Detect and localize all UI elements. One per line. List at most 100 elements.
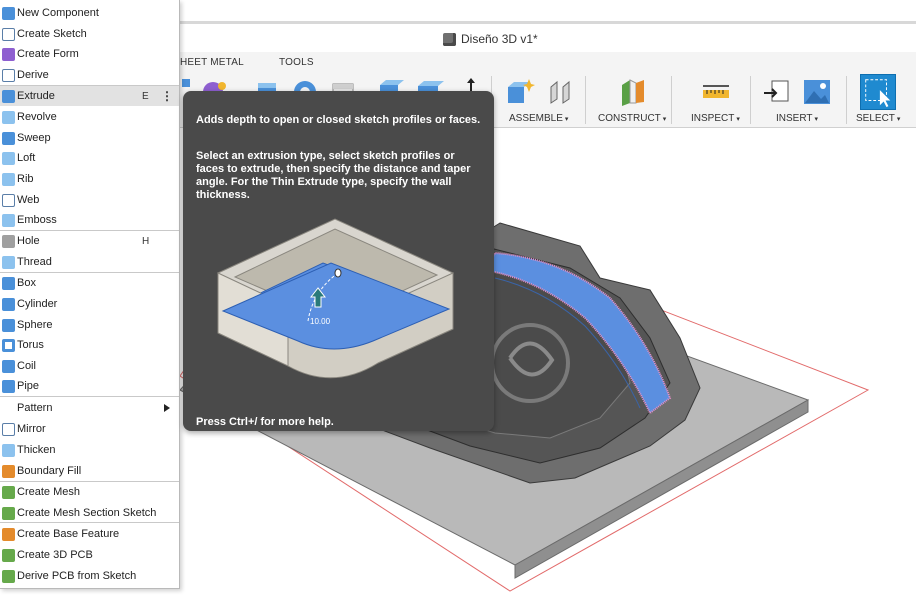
ribbon-separator [671, 76, 672, 124]
menu-item-sweep[interactable]: Sweep [0, 128, 179, 148]
menu-item-label: Create Form [17, 48, 79, 60]
insert-derive-icon[interactable] [762, 77, 792, 107]
menu-item-label: Pattern [17, 402, 53, 414]
menu-item-emboss[interactable]: Emboss [0, 210, 179, 230]
menu-item-label: Rib [17, 173, 34, 185]
create-form-icon [2, 47, 15, 61]
tooltip-footer: Press Ctrl+/ for more help. [196, 416, 334, 428]
tooltip-details: Select an extrusion type, select sketch … [196, 150, 471, 201]
caret-icon: ▾ [564, 116, 569, 123]
document-title-text: Diseño 3D v1* [461, 32, 538, 46]
menu-item-thread[interactable]: Thread [0, 252, 179, 272]
menu-item-derive[interactable]: Derive [0, 65, 179, 85]
construct-group[interactable]: CONSTRUCT ▾ [598, 113, 666, 124]
menu-item-hole[interactable]: Hole H [0, 231, 179, 251]
menu-item-label: Create Mesh [17, 486, 80, 498]
menu-item-rib[interactable]: Rib [0, 169, 179, 189]
more-options-icon[interactable]: ⋮ [161, 90, 173, 102]
sphere-icon [2, 318, 15, 332]
menu-item-label: New Component [17, 7, 99, 19]
ribbon-separator [585, 76, 586, 124]
menu-item-label: Create 3D PCB [17, 549, 93, 561]
menu-item-loft[interactable]: Loft [0, 148, 179, 168]
menu-item-boundary-fill[interactable]: Boundary Fill [0, 461, 179, 481]
menu-item-thicken[interactable]: Thicken [0, 440, 179, 460]
select-cursor-icon [865, 79, 891, 108]
caret-icon: ▾ [896, 116, 901, 123]
menu-item-pattern[interactable]: Pattern [0, 398, 179, 418]
menu-item-label: Derive PCB from Sketch [17, 570, 137, 582]
tab-sheet-metal[interactable]: HEET METAL [180, 57, 244, 68]
menu-item-create-base-feature[interactable]: Create Base Feature [0, 524, 179, 544]
document-cube-icon [443, 32, 456, 46]
menu-item-coil[interactable]: Coil [0, 356, 179, 376]
menu-item-torus[interactable]: Torus [0, 335, 179, 355]
thicken-icon [2, 443, 15, 457]
inspect-group[interactable]: INSPECT ▾ [691, 113, 740, 124]
construct-label: CONSTRUCT [598, 113, 661, 124]
create-dropdown-menu: New Component Create Sketch Create Form Der… [0, 0, 180, 589]
tab-tools[interactable]: TOOLS [279, 57, 314, 68]
insert-canvas-icon[interactable] [802, 77, 832, 107]
menu-item-web[interactable]: Web [0, 190, 179, 210]
menu-item-extrude[interactable]: Extrude E ⋮ [0, 86, 179, 106]
menu-item-create-mesh-section-sketch[interactable]: Create Mesh Section Sketch [0, 503, 179, 523]
extrude-icon [2, 89, 15, 103]
menu-item-label: Torus [17, 339, 44, 351]
menu-item-revolve[interactable]: Revolve [0, 107, 179, 127]
extrude-tooltip: Adds depth to open or closed sketch prof… [183, 91, 494, 431]
caret-icon: ▾ [662, 116, 667, 123]
loft-icon [2, 151, 15, 165]
select-label: SELECT [856, 113, 895, 124]
tooltip-summary: Adds depth to open or closed sketch prof… [196, 114, 481, 126]
pcb-3d-icon [2, 548, 15, 562]
construct-plane-icon[interactable] [618, 77, 648, 107]
thread-icon [2, 255, 15, 269]
menu-item-derive-pcb-from-sketch[interactable]: Derive PCB from Sketch [0, 566, 179, 586]
new-component-icon [2, 6, 15, 20]
menu-item-cylinder[interactable]: Cylinder [0, 294, 179, 314]
hole-icon [2, 234, 15, 248]
menu-item-create-sketch[interactable]: Create Sketch [0, 24, 179, 44]
create-sketch-icon [2, 27, 15, 41]
menu-item-sphere[interactable]: Sphere [0, 315, 179, 335]
ribbon-separator [750, 76, 751, 124]
menu-item-label: Coil [17, 360, 36, 372]
menu-item-create-mesh[interactable]: Create Mesh [0, 482, 179, 502]
submenu-arrow-icon [164, 404, 170, 412]
menu-item-new-component[interactable]: New Component [0, 3, 179, 23]
select-button[interactable] [860, 74, 896, 110]
menu-item-label: Box [17, 277, 36, 289]
caret-icon: ▾ [736, 116, 740, 123]
menu-item-create-form[interactable]: Create Form [0, 44, 179, 64]
menu-item-label: Create Mesh Section Sketch [17, 507, 157, 519]
menu-item-create-3d-pcb[interactable]: Create 3D PCB [0, 545, 179, 565]
menu-shortcut: E [142, 90, 149, 102]
new-component-tool-icon[interactable] [505, 77, 535, 107]
dimension-label: 10.00 [310, 317, 331, 326]
document-title: Diseño 3D v1* [443, 31, 538, 47]
revolve-icon [2, 110, 15, 124]
inspect-label: INSPECT [691, 113, 735, 124]
assemble-group[interactable]: ASSEMBLE ▾ [509, 113, 568, 124]
menu-item-label: Sphere [17, 319, 53, 331]
menu-item-label: Loft [17, 152, 36, 164]
menu-item-label: Emboss [17, 214, 57, 226]
cylinder-icon [2, 297, 15, 311]
select-group[interactable]: SELECT ▾ [856, 113, 900, 124]
joint-tool-icon[interactable] [545, 77, 575, 107]
menu-item-box[interactable]: Box [0, 273, 179, 293]
measure-icon[interactable] [701, 77, 731, 107]
insert-group[interactable]: INSERT ▾ [776, 113, 818, 124]
menu-shortcut: H [142, 235, 150, 247]
menu-item-mirror[interactable]: Mirror [0, 419, 179, 439]
derive-pcb-icon [2, 569, 15, 583]
menu-item-label: Pipe [17, 380, 40, 392]
menu-separator [0, 396, 179, 397]
menu-item-pipe[interactable]: Pipe [0, 376, 179, 396]
coil-icon [2, 359, 15, 373]
mesh-section-sketch-icon [2, 506, 15, 520]
torus-icon [2, 338, 15, 352]
insert-label: INSERT [776, 113, 813, 124]
boundary-fill-icon [2, 464, 15, 478]
